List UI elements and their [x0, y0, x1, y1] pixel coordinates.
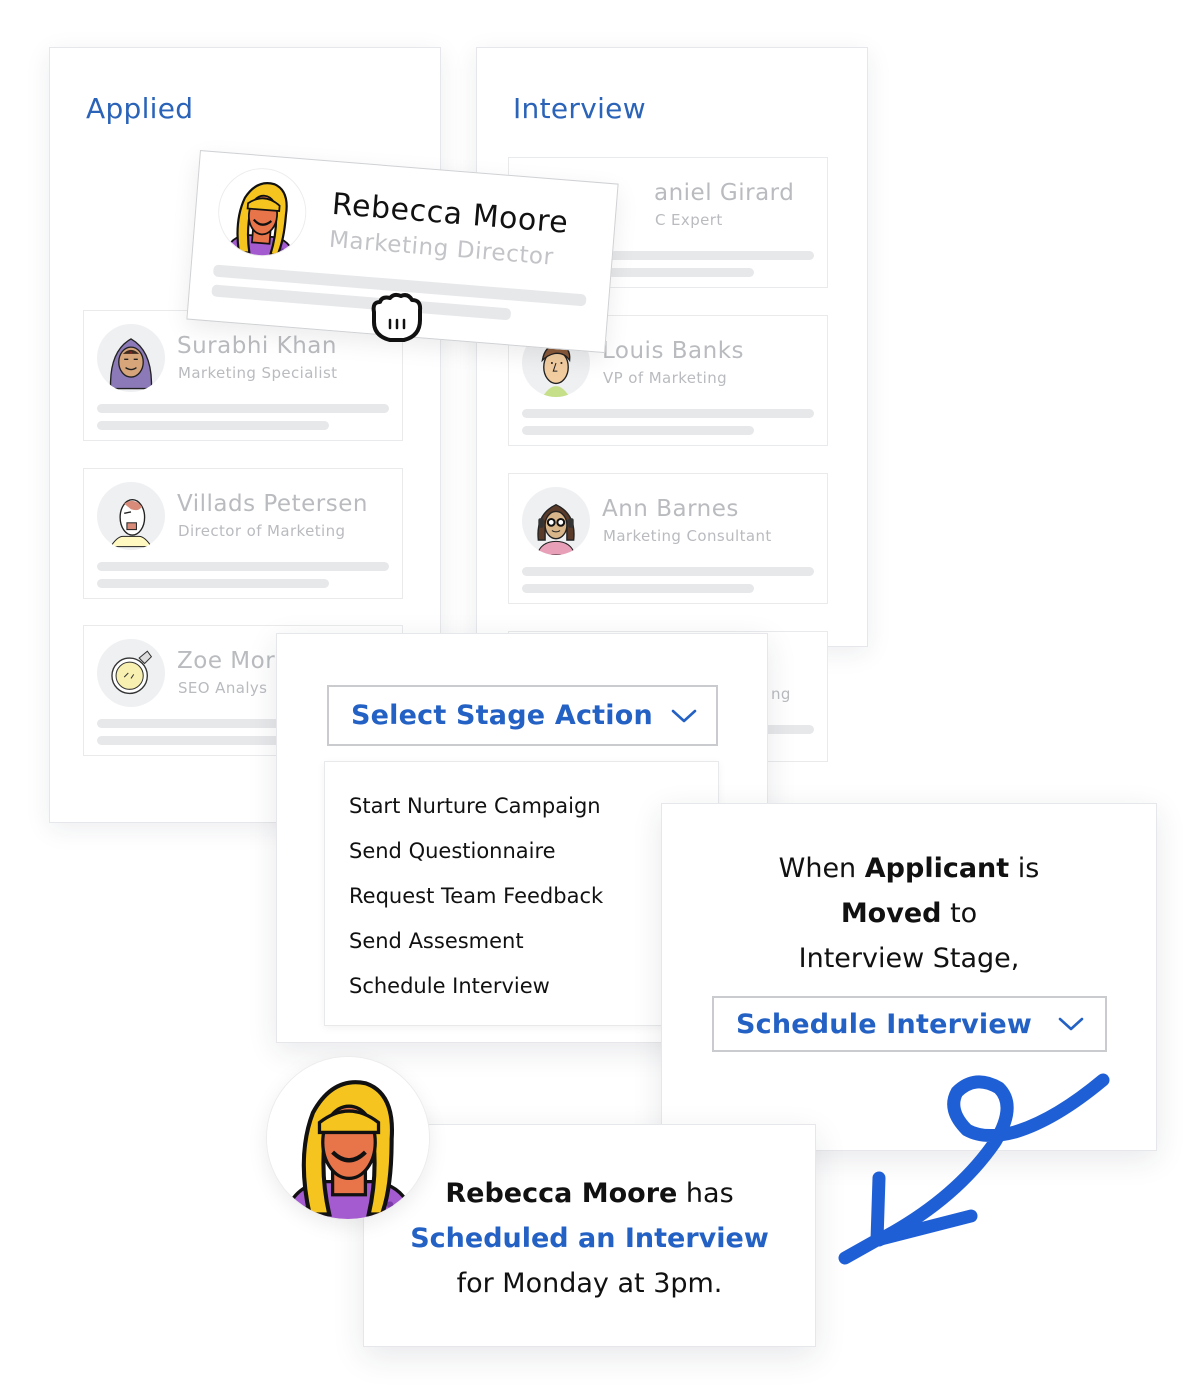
candidate-name: Zoe Mor — [177, 648, 276, 674]
notification-candidate-name: Rebecca Moore — [445, 1178, 678, 1209]
menu-item-send-assessment[interactable]: Send Assesment — [325, 921, 718, 966]
candidate-name: Louis Banks — [602, 338, 744, 364]
candidate-title: VP of Marketing — [603, 369, 728, 387]
menu-item-schedule-interview[interactable]: Schedule Interview — [325, 966, 718, 1011]
rule-text-fragment: is — [1009, 853, 1040, 884]
rule-text-fragment: to — [941, 898, 978, 929]
woman-blonde-avatar — [266, 1056, 430, 1220]
menu-item-start-nurture-campaign[interactable]: Start Nurture Campaign — [325, 786, 718, 831]
candidate-title: Marketing Consultant — [603, 527, 772, 545]
stage-action-select-label: Select Stage Action — [351, 700, 653, 731]
placeholder-bar — [97, 421, 329, 430]
candidate-title: C Expert — [655, 211, 723, 229]
notification-action: Scheduled an Interview — [410, 1223, 769, 1254]
interview-scheduled-notification: Rebecca Moore has Scheduled an Interview… — [363, 1124, 816, 1347]
rule-stage: Interview Stage, — [798, 943, 1020, 974]
rule-trigger: Moved — [840, 898, 942, 929]
rule-action-select-label: Schedule Interview — [736, 1008, 1033, 1040]
candidate-name: aniel Girard — [654, 180, 795, 206]
rule-text-fragment: When — [778, 853, 865, 884]
placeholder-bar — [522, 584, 754, 593]
astronaut-avatar — [97, 639, 165, 707]
candidate-title: Director of Marketing — [178, 522, 346, 540]
candidate-card[interactable]: Ann Barnes Marketing Consultant — [508, 473, 828, 604]
placeholder-bar — [522, 409, 814, 418]
candidate-name: Villads Petersen — [177, 491, 368, 517]
menu-item-request-team-feedback[interactable]: Request Team Feedback — [325, 876, 718, 921]
woman-glasses-headphones-avatar — [522, 487, 590, 555]
applied-column-title: Applied — [86, 92, 194, 125]
candidate-title: ng — [771, 685, 791, 703]
woman-blonde-avatar — [214, 164, 310, 260]
notification-message: Rebecca Moore has Scheduled an Interview… — [364, 1171, 815, 1306]
placeholder-bar — [97, 579, 329, 588]
placeholder-bar — [97, 562, 389, 571]
menu-item-send-questionnaire[interactable]: Send Questionnaire — [325, 831, 718, 876]
placeholder-bar — [97, 404, 389, 413]
notification-text-fragment: has — [677, 1178, 734, 1209]
rule-action-select[interactable]: Schedule Interview — [712, 996, 1107, 1052]
interview-column-title: Interview — [513, 92, 646, 125]
rule-subject: Applicant — [864, 853, 1010, 884]
notification-time: for Monday at 3pm. — [456, 1268, 723, 1299]
rule-description: When Applicant is Moved to Interview Sta… — [662, 846, 1156, 981]
bald-man-avatar — [97, 482, 165, 550]
candidate-name: Ann Barnes — [602, 496, 739, 522]
stage-action-select[interactable]: Select Stage Action — [327, 685, 718, 746]
candidate-name: Surabhi Khan — [177, 333, 337, 359]
candidate-title: SEO Analys — [178, 679, 268, 697]
chevron-down-icon — [671, 709, 697, 722]
stage-action-menu: Start Nurture Campaign Send Questionnair… — [324, 761, 719, 1026]
chevron-down-icon — [1058, 1017, 1084, 1031]
grab-hand-icon — [371, 292, 423, 342]
placeholder-bar — [522, 567, 814, 576]
placeholder-bar — [522, 426, 754, 435]
candidate-card[interactable]: Villads Petersen Director of Marketing — [83, 468, 403, 599]
squiggle-arrow-icon — [838, 1073, 1110, 1265]
woman-headscarf-avatar — [97, 324, 165, 392]
candidate-title: Marketing Specialist — [178, 364, 338, 382]
